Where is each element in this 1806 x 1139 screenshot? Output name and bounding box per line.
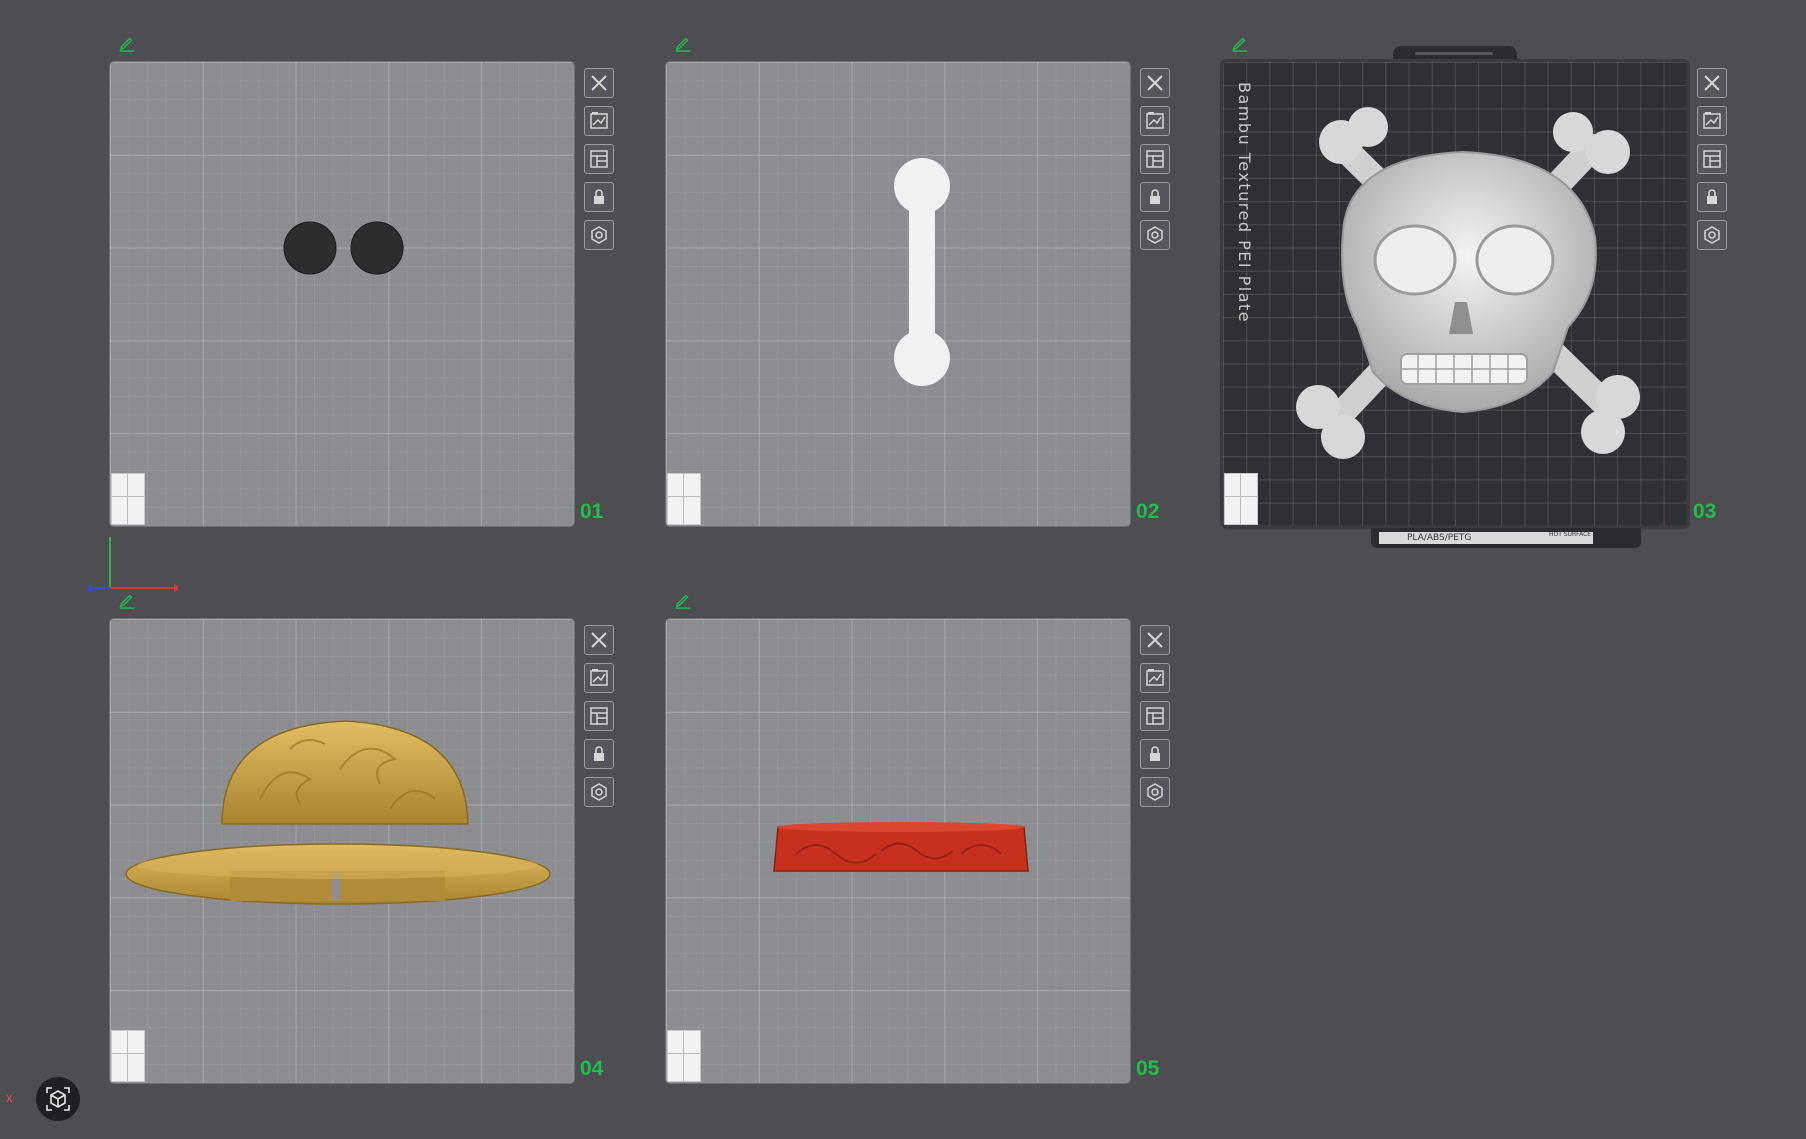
delete-plate-button[interactable] <box>1140 68 1170 98</box>
settings-icon <box>589 225 609 245</box>
lock-plate-button[interactable] <box>584 182 614 212</box>
plate-toolbar <box>584 68 616 258</box>
plate-number: 01 <box>580 500 604 523</box>
layout-icon <box>1145 706 1165 726</box>
plate-layout-button[interactable] <box>584 701 614 731</box>
build-plate-2[interactable] <box>666 62 1130 526</box>
arrange-plate-button[interactable] <box>1140 106 1170 136</box>
plate-origin-marker <box>667 473 701 525</box>
plate-settings-button[interactable] <box>584 777 614 807</box>
arrange-icon <box>589 668 609 688</box>
model-red-band[interactable] <box>666 619 1130 1083</box>
build-plate-3[interactable]: Bambu Textured PEI Plate <box>1223 62 1687 526</box>
plate-layout-button[interactable] <box>584 144 614 174</box>
lock-icon <box>1145 744 1165 764</box>
lock-icon <box>1702 187 1722 207</box>
plate-settings-button[interactable] <box>1140 777 1170 807</box>
plate-origin-marker <box>111 1030 145 1082</box>
model-skull-crossbones[interactable] <box>1223 62 1687 526</box>
plate-layout-button[interactable] <box>1140 144 1170 174</box>
delete-plate-button[interactable] <box>584 625 614 655</box>
plate-number: 05 <box>1136 1057 1160 1080</box>
close-icon <box>1702 73 1722 93</box>
settings-icon <box>589 782 609 802</box>
plate-settings-button[interactable] <box>584 220 614 250</box>
close-icon[interactable]: x <box>6 1090 13 1105</box>
plate-toolbar <box>1140 68 1172 258</box>
plate-layout-button[interactable] <box>1697 144 1727 174</box>
lock-icon <box>589 744 609 764</box>
arrange-plate-button[interactable] <box>1697 106 1727 136</box>
settings-icon <box>1145 782 1165 802</box>
model-bone-bar[interactable] <box>666 62 1130 526</box>
lock-plate-button[interactable] <box>584 739 614 769</box>
plate-number: 02 <box>1136 500 1160 523</box>
plate-material-strip: PLA/ABS/PETG HOT SURFACE <box>1371 528 1641 548</box>
layout-icon <box>589 149 609 169</box>
close-icon <box>1145 630 1165 650</box>
settings-icon <box>1702 225 1722 245</box>
model-dark-discs[interactable] <box>110 62 574 526</box>
delete-plate-button[interactable] <box>1697 68 1727 98</box>
arrange-plate-button[interactable] <box>584 106 614 136</box>
cube-view-icon <box>46 1087 70 1111</box>
arrange-plate-button[interactable] <box>584 663 614 693</box>
plate-toolbar <box>584 625 616 815</box>
view-cube-button[interactable] <box>36 1077 80 1121</box>
lock-plate-button[interactable] <box>1140 739 1170 769</box>
layout-icon <box>1145 149 1165 169</box>
model-gold-hat[interactable] <box>110 619 574 1083</box>
settings-icon <box>1145 225 1165 245</box>
plate-toolbar <box>1697 68 1729 258</box>
arrange-icon <box>1702 111 1722 131</box>
plate-settings-button[interactable] <box>1697 220 1727 250</box>
edit-plate-name-icon[interactable] <box>118 591 136 609</box>
layout-icon <box>589 706 609 726</box>
edit-plate-name-icon[interactable] <box>118 34 136 52</box>
edit-plate-name-icon[interactable] <box>1231 34 1249 52</box>
plate-4: 04 <box>110 619 670 1139</box>
plate-2: 02 <box>666 62 1226 582</box>
close-icon <box>589 630 609 650</box>
plate-3: Bambu Textured PEI Plate PLA/ABS/PETG HO… <box>1223 62 1783 582</box>
build-plate-5[interactable] <box>666 619 1130 1083</box>
close-icon <box>1145 73 1165 93</box>
plate-5: 05 <box>666 619 1226 1139</box>
build-plate-4[interactable] <box>110 619 574 1083</box>
layout-icon <box>1702 149 1722 169</box>
build-plate-1[interactable] <box>110 62 574 526</box>
plate-number: 03 <box>1693 500 1717 523</box>
plate-number: 04 <box>580 1057 604 1080</box>
material-compat-label: PLA/ABS/PETG HOT SURFACE <box>1379 532 1593 544</box>
plate-origin-marker <box>667 1030 701 1082</box>
edit-plate-name-icon[interactable] <box>674 591 692 609</box>
delete-plate-button[interactable] <box>1140 625 1170 655</box>
plate-handle <box>1393 46 1517 62</box>
arrange-icon <box>1145 111 1165 131</box>
plate-origin-marker <box>111 473 145 525</box>
plate-toolbar <box>1140 625 1172 815</box>
plate-origin-marker <box>1224 473 1258 525</box>
plate-layout-button[interactable] <box>1140 701 1170 731</box>
lock-icon <box>1145 187 1165 207</box>
edit-plate-name-icon[interactable] <box>674 34 692 52</box>
arrange-icon <box>589 111 609 131</box>
arrange-plate-button[interactable] <box>1140 663 1170 693</box>
delete-plate-button[interactable] <box>584 68 614 98</box>
plate-settings-button[interactable] <box>1140 220 1170 250</box>
lock-plate-button[interactable] <box>1140 182 1170 212</box>
plate-1: 01 <box>88 62 670 592</box>
arrange-icon <box>1145 668 1165 688</box>
lock-plate-button[interactable] <box>1697 182 1727 212</box>
lock-icon <box>589 187 609 207</box>
close-icon <box>589 73 609 93</box>
